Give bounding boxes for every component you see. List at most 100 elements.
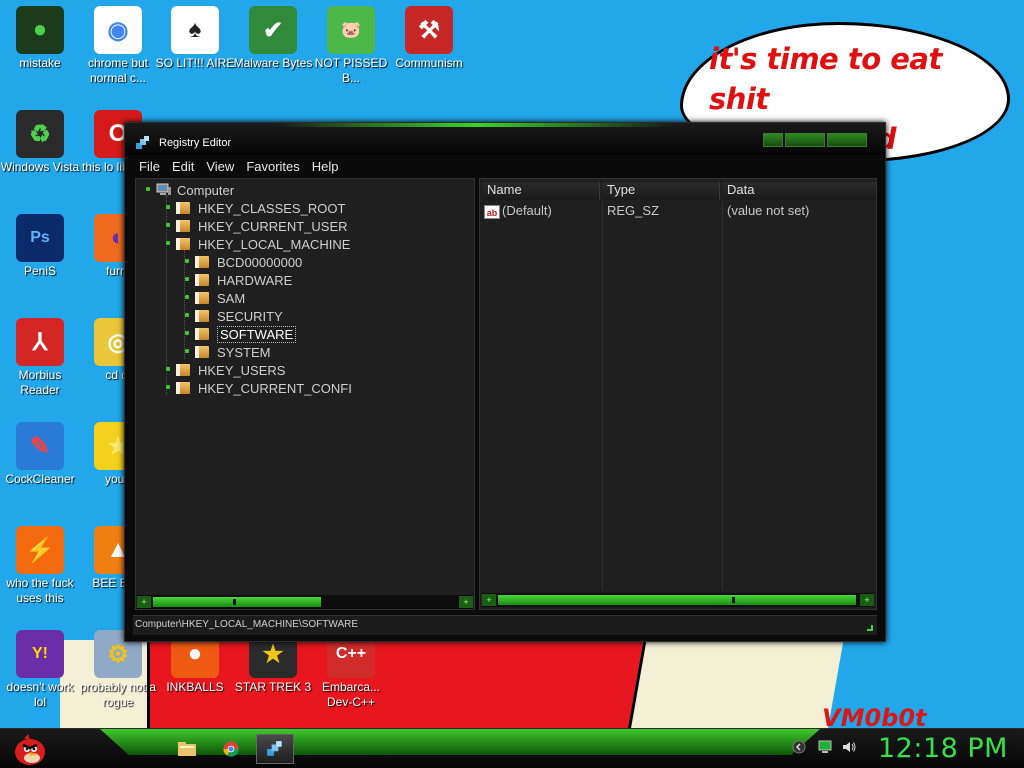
taskbar <box>0 728 1024 768</box>
desktop-icon[interactable]: ♻ Windows Vista <box>0 110 80 175</box>
tree-expand-dot[interactable] <box>166 367 170 371</box>
tree-label: HARDWARE <box>217 272 293 288</box>
menu-help[interactable]: Help <box>306 157 345 177</box>
taskbar-clock[interactable]: 12:18 PM <box>878 733 1008 764</box>
status-bar: Computer\HKEY_LOCAL_MACHINE\SOFTWARE <box>133 615 877 635</box>
desktop-icon[interactable]: ◉ chrome but normal c... <box>78 6 158 86</box>
desktop-icon[interactable]: ✔ Malware Bytes <box>233 6 313 71</box>
values-horizontal-scrollbar[interactable]: + + <box>482 593 874 607</box>
desktop-icon[interactable]: ● mistake <box>0 6 80 71</box>
scroll-right-arrow[interactable]: + <box>860 594 874 606</box>
menu-view[interactable]: View <box>200 157 240 177</box>
tree-label: SOFTWARE <box>217 325 297 343</box>
desktop-icon-label: STAR TREK 3 <box>234 680 312 694</box>
menu-favorites[interactable]: Favorites <box>240 157 305 177</box>
title-bar[interactable]: Registry Editor <box>125 123 885 155</box>
regedit-icon <box>267 741 282 756</box>
registry-editor-window[interactable]: Registry Editor File Edit View Favorites… <box>124 122 886 642</box>
tree-node[interactable]: SOFTWARE <box>195 325 297 343</box>
tree-horizontal-scrollbar[interactable]: + + <box>137 595 473 609</box>
photoshop-icon: Ps <box>16 214 64 262</box>
tree-expand-dot[interactable] <box>185 331 189 335</box>
desktop-icon-label: who the fuck uses this <box>6 576 74 605</box>
folder-icon <box>176 364 190 376</box>
taskbar-app-regedit[interactable] <box>256 734 294 764</box>
network-monitor-icon[interactable] <box>818 740 832 754</box>
tree-node[interactable]: HKEY_USERS <box>176 361 285 379</box>
tree-label: HKEY_LOCAL_MACHINE <box>198 236 351 252</box>
tree-expand-dot[interactable] <box>185 313 189 317</box>
angry-bird-start-icon[interactable] <box>8 730 48 768</box>
tree-expand-dot[interactable] <box>166 205 170 209</box>
scroll-right-arrow[interactable]: + <box>459 596 473 608</box>
folder-icon <box>176 202 190 214</box>
key-tree-pane[interactable]: Computer HKEY_CLASSES_ROOT HKEY_CURRENT_U… <box>135 178 475 610</box>
tree-expand-dot[interactable] <box>146 187 150 191</box>
tree-node[interactable]: SAM <box>195 289 245 307</box>
value-row[interactable]: ab (Default) <box>484 203 552 221</box>
scroll-left-arrow[interactable]: + <box>137 596 151 608</box>
minimize-button[interactable] <box>763 133 783 147</box>
scroll-left-arrow[interactable]: + <box>482 594 496 606</box>
tree-expand-dot[interactable] <box>166 385 170 389</box>
desktop-icon-label: NOT PISSED B... <box>314 56 388 85</box>
tree-node[interactable]: HKEY_CURRENT_CONFI <box>176 379 352 397</box>
angry-bird-pig-icon: 🐷 <box>327 6 375 54</box>
desktop-icon-label: INKBALLS <box>166 680 224 694</box>
maximize-button[interactable] <box>785 133 825 147</box>
desktop-icon[interactable]: C++ Embarca... Dev-C++ <box>311 630 391 710</box>
desktop-icon[interactable]: ⚡ who the fuck uses this <box>0 526 80 606</box>
status-path: Computer\HKEY_LOCAL_MACHINE\SOFTWARE <box>135 619 359 630</box>
ccleaner-icon: ✎ <box>16 422 64 470</box>
scroll-thumb[interactable] <box>498 595 856 605</box>
menu-file[interactable]: File <box>133 157 166 177</box>
desktop-icon[interactable]: ♠ SO LIT!!! AIRE <box>155 6 235 71</box>
menu-bar: File Edit View Favorites Help <box>133 157 345 177</box>
column-header-type[interactable]: Type <box>602 182 720 200</box>
tree-expand-dot[interactable] <box>185 277 189 281</box>
chrome-icon: ◉ <box>94 6 142 54</box>
taskbar-app-chrome[interactable] <box>212 734 250 764</box>
column-header-name[interactable]: Name <box>482 182 600 200</box>
value-data: (value not set) <box>727 203 810 218</box>
tree-node[interactable]: HARDWARE <box>195 271 292 289</box>
tree-expand-dot[interactable] <box>185 259 189 263</box>
tree-node[interactable]: BCD00000000 <box>195 253 302 271</box>
tree-node[interactable]: SYSTEM <box>195 343 270 361</box>
desktop-icon[interactable]: Ps PeniS <box>0 214 80 279</box>
values-pane[interactable]: Name Type Data ab (Default) REG_SZ (value… <box>479 178 877 610</box>
desktop-icon-label: SO LIT!!! AIRE <box>155 56 235 70</box>
back-arrow-icon[interactable] <box>792 740 806 754</box>
menu-edit[interactable]: Edit <box>166 157 200 177</box>
scroll-thumb[interactable] <box>153 597 321 607</box>
close-button[interactable] <box>827 133 867 147</box>
tree-expand-dot[interactable] <box>185 349 189 353</box>
column-header-data[interactable]: Data <box>722 182 876 200</box>
speech-bubble-line-1: it's time to eat shit <box>709 42 942 116</box>
tree-expand-dot[interactable] <box>185 295 189 299</box>
folder-icon <box>195 292 209 304</box>
desktop-icon[interactable]: ⚒ Communism <box>389 6 469 71</box>
tree-expand-dot[interactable] <box>166 241 170 245</box>
shield-check-icon: ✔ <box>249 6 297 54</box>
tree-node[interactable]: HKEY_LOCAL_MACHINE <box>176 235 350 253</box>
desktop-icon-label: probably not a rogue <box>79 680 157 709</box>
tree-node[interactable]: SECURITY <box>195 307 283 325</box>
desktop-icon[interactable]: ⅄ Morbius Reader <box>0 318 80 398</box>
desktop-icon[interactable]: ⚙ probably not a rogue <box>78 630 158 710</box>
tree-node[interactable]: HKEY_CURRENT_USER <box>176 217 348 235</box>
playing-cards-icon: ♠ <box>171 6 219 54</box>
speaker-icon[interactable] <box>842 740 856 754</box>
desktop-icon-label: chrome but normal c... <box>87 56 149 85</box>
desktop-icon[interactable]: 🐷 NOT PISSED B... <box>311 6 391 86</box>
tree-guide <box>184 249 185 359</box>
tree-node-computer[interactable]: Computer <box>156 181 234 199</box>
taskbar-app-explorer[interactable] <box>168 734 206 764</box>
tree-expand-dot[interactable] <box>166 223 170 227</box>
emblem-icon: ⚒ <box>405 6 453 54</box>
desktop-icon[interactable]: ✎ CockCleaner <box>0 422 80 487</box>
desktop-icon[interactable]: Y! doesn't work lol <box>0 630 80 710</box>
window-controls <box>763 133 867 147</box>
resize-grip[interactable] <box>867 625 873 631</box>
tree-node[interactable]: HKEY_CLASSES_ROOT <box>176 199 345 217</box>
